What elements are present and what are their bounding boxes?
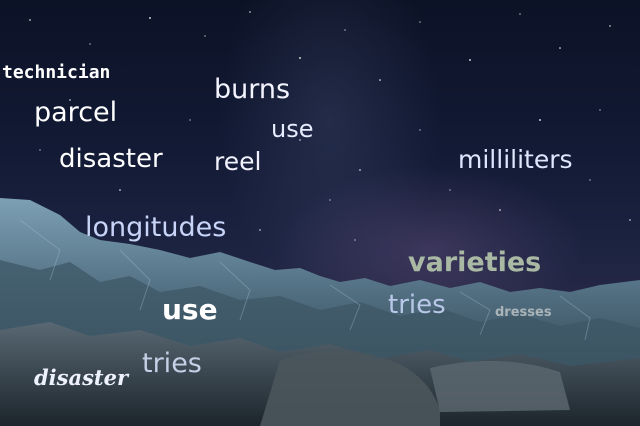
word-dresses: dresses [495,305,552,320]
word-tries-left: tries [142,348,202,379]
word-use-top: use [271,115,314,143]
word-tries-right: tries [388,290,446,320]
night-sky-glacier-scene: technician parcel burns use disaster ree… [0,0,640,426]
word-use-bottom: use [162,293,218,326]
word-varieties: varieties [408,247,542,278]
word-longitudes: longitudes [85,212,227,243]
word-milliliters: milliliters [458,145,573,174]
word-parcel: parcel [34,97,118,128]
word-disaster-top: disaster [59,144,163,174]
word-disaster-bottom: disaster [34,365,129,390]
word-burns: burns [214,74,291,105]
word-technician: technician [2,62,111,83]
word-reel: reel [214,147,262,176]
